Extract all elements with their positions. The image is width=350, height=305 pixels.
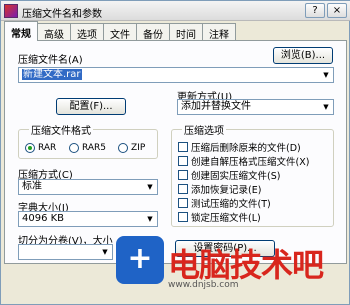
format-rar-label: RAR [38, 143, 57, 153]
chevron-down-icon[interactable]: ▼ [144, 181, 156, 193]
solid-checkbox[interactable]: 创建固实压缩文件(S) [178, 168, 280, 182]
format-group-title: 压缩文件格式 [29, 122, 93, 137]
chevron-down-icon[interactable]: ▼ [320, 69, 332, 81]
radio-selected-icon [25, 143, 35, 153]
help-button[interactable]: ? [305, 3, 325, 18]
tab-advanced[interactable]: 高级 [37, 23, 71, 41]
tab-options[interactable]: 选项 [70, 23, 104, 41]
checkbox-icon [178, 156, 188, 166]
chevron-down-icon[interactable]: ▼ [144, 213, 156, 225]
chevron-down-icon[interactable]: ▼ [99, 246, 111, 258]
profiles-button[interactable]: 配置(F)... [56, 98, 126, 115]
tab-time[interactable]: 时间 [169, 23, 203, 41]
tab-strip: 常规 高级 选项 文件 备份 时间 注释 [4, 21, 236, 41]
test-files-checkbox[interactable]: 测试压缩的文件(T) [178, 196, 271, 210]
format-rar5-radio[interactable]: RAR5 [69, 143, 106, 153]
tab-general[interactable]: 常规 [4, 21, 38, 41]
dict-value: 4096 KB [22, 213, 65, 224]
archive-name-field[interactable]: 新建文本.rar ▼ [18, 67, 334, 83]
format-zip-radio[interactable]: ZIP [118, 143, 145, 153]
options-group: 压缩选项 压缩后删除原来的文件(D) 创建自解压格式压缩文件(X) 创建固实压缩… [171, 122, 334, 227]
checkbox-icon [178, 212, 188, 222]
archive-name-label: 压缩文件名(A) [18, 55, 83, 66]
update-mode-value: 添加并替换文件 [181, 101, 251, 112]
radio-icon [118, 143, 128, 153]
chevron-down-icon[interactable]: ▼ [320, 101, 332, 113]
method-value: 标准 [22, 181, 42, 192]
watermark: + 电脑技术吧 www.dnjsb.com [116, 236, 346, 296]
archive-name-value: 新建文本.rar [22, 69, 82, 80]
dict-select[interactable]: 4096 KB ▼ [18, 211, 158, 227]
update-mode-select[interactable]: 添加并替换文件 ▼ [177, 99, 334, 115]
watermark-logo-icon: + [116, 236, 164, 284]
option-label: 添加恢复记录(E) [191, 185, 262, 196]
option-label: 锁定压缩文件(L) [191, 213, 261, 224]
checkbox-icon [178, 184, 188, 194]
checkbox-icon [178, 198, 188, 208]
archive-dialog: 压缩文件名和参数 ? × 常规 高级 选项 文件 备份 时间 注释 压缩文件名(… [0, 0, 350, 305]
option-label: 创建固实压缩文件(S) [191, 171, 281, 182]
window-title: 压缩文件名和参数 [22, 9, 102, 20]
tab-backup[interactable]: 备份 [136, 23, 170, 41]
lock-archive-checkbox[interactable]: 锁定压缩文件(L) [178, 210, 261, 224]
format-rar5-label: RAR5 [82, 143, 107, 153]
watermark-url: www.dnjsb.com [168, 280, 239, 290]
close-button[interactable]: × [327, 3, 347, 18]
browse-button[interactable]: 浏览(B)... [273, 47, 333, 64]
format-group: 压缩文件格式 RAR RAR5 ZIP [18, 122, 158, 159]
tab-comment[interactable]: 注释 [202, 23, 236, 41]
method-select[interactable]: 标准 ▼ [18, 179, 158, 195]
option-label: 压缩后删除原来的文件(D) [191, 143, 301, 154]
options-group-title: 压缩选项 [182, 122, 226, 137]
format-zip-label: ZIP [131, 143, 146, 153]
recovery-record-checkbox[interactable]: 添加恢复记录(E) [178, 182, 261, 196]
option-label: 创建自解压格式压缩文件(X) [191, 157, 310, 168]
sfx-checkbox[interactable]: 创建自解压格式压缩文件(X) [178, 154, 309, 168]
title-bar[interactable]: 压缩文件名和参数 ? × [1, 1, 350, 21]
tab-files[interactable]: 文件 [103, 23, 137, 41]
general-panel: 压缩文件名(A) 浏览(B)... 新建文本.rar ▼ 更新方式(U) 配置(… [4, 40, 347, 264]
delete-after-checkbox[interactable]: 压缩后删除原来的文件(D) [178, 140, 301, 154]
radio-icon [69, 143, 79, 153]
winrar-icon [4, 4, 18, 18]
checkbox-icon [178, 170, 188, 180]
checkbox-icon [178, 142, 188, 152]
option-label: 测试压缩的文件(T) [191, 199, 271, 210]
split-size-select[interactable]: ▼ [18, 244, 113, 260]
format-rar-radio[interactable]: RAR [25, 143, 56, 153]
